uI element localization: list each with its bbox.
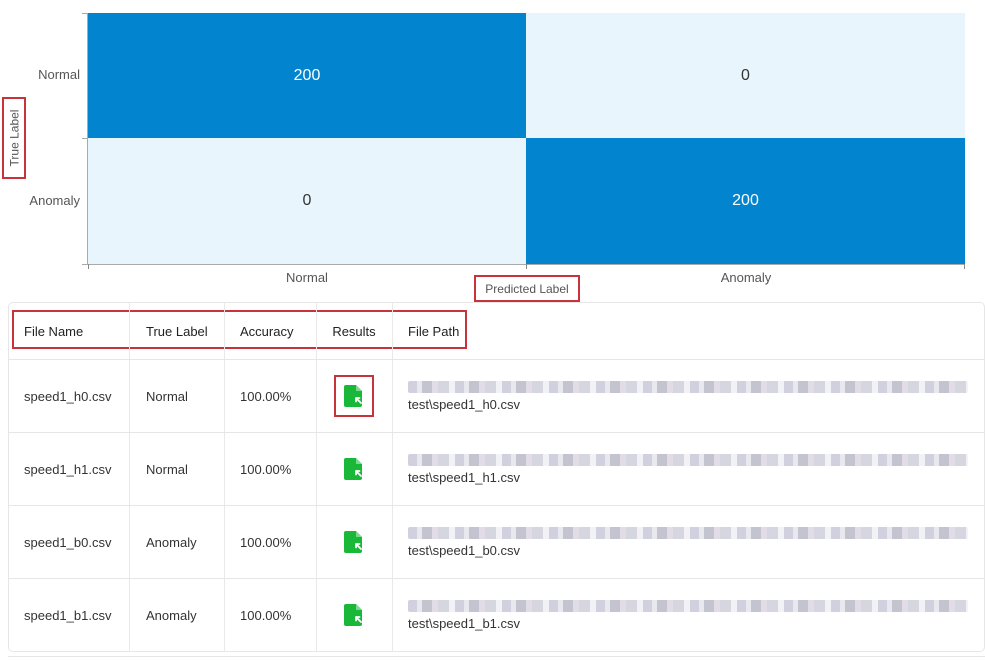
redacted-path-segment: [408, 526, 968, 539]
column-header-file-name: File Name: [24, 323, 84, 339]
column-header-accuracy: Accuracy: [240, 323, 294, 339]
y-tick-mark: [82, 138, 88, 139]
open-results-button[interactable]: [334, 375, 374, 417]
file-path-text: test\speed1_h0.csv: [408, 396, 521, 412]
true-label-cell: Normal: [146, 461, 188, 477]
y-tick-label-normal: Normal: [38, 67, 80, 82]
x-tick-mark: [964, 264, 965, 269]
file-name-cell: speed1_h0.csv: [24, 388, 112, 404]
file-path-cell: test\speed1_b0.csv: [392, 506, 984, 578]
redacted-path-segment: [408, 599, 968, 612]
column-header-file-path: File Path: [408, 323, 460, 339]
column-header-true-label: True Label: [146, 323, 208, 339]
x-axis-title-highlight: Predicted Label: [474, 275, 580, 302]
confusion-matrix: 200 0 0 200 Normal Anomaly Normal Anomal…: [0, 0, 985, 302]
file-path-cell: test\speed1_h0.csv: [392, 360, 984, 432]
file-path-cell: test\speed1_b1.csv: [392, 579, 984, 651]
results-table: File Name True Label Accuracy Results Fi…: [8, 302, 985, 652]
matrix-cell-anomaly-normal: 0: [88, 138, 526, 264]
cell-value: 0: [302, 192, 312, 209]
y-tick-label-anomaly: Anomaly: [29, 193, 80, 208]
results-cell: [316, 506, 392, 578]
x-tick-label-anomaly: Anomaly: [720, 270, 772, 285]
open-results-button[interactable]: [334, 521, 374, 563]
results-cell: [316, 579, 392, 651]
accuracy-cell: 100.00%: [240, 461, 292, 477]
matrix-cell-normal-normal: 200: [88, 13, 526, 138]
file-export-icon: [344, 531, 362, 553]
matrix-cell-normal-anomaly: 0: [526, 13, 965, 138]
true-label-cell: Anomaly: [146, 534, 197, 550]
x-tick-mark: [88, 264, 89, 269]
file-export-icon: [344, 604, 362, 626]
y-axis-line: [87, 13, 88, 265]
file-path-text: test\speed1_h1.csv: [408, 469, 521, 485]
y-axis-title: True Label: [7, 109, 21, 167]
accuracy-cell: 100.00%: [240, 534, 292, 550]
cell-value: 200: [293, 66, 321, 84]
file-export-icon: [344, 458, 362, 480]
cell-value: 200: [732, 192, 759, 209]
table-row: speed1_h0.csv Normal 100.00% test\speed1…: [9, 360, 984, 432]
redacted-path-segment: [408, 380, 968, 393]
accuracy-cell: 100.00%: [240, 607, 292, 623]
x-tick-label-normal: Normal: [286, 270, 328, 285]
redacted-path-segment: [408, 453, 968, 466]
table-row: speed1_b1.csv Anomaly 100.00% test\speed…: [9, 579, 984, 651]
table-bottom-rule: [8, 656, 985, 657]
x-tick-mark: [526, 264, 527, 269]
column-header-results: Results: [332, 323, 376, 339]
true-label-cell: Normal: [146, 388, 188, 404]
true-label-cell: Anomaly: [146, 607, 197, 623]
file-export-icon: [344, 385, 362, 407]
open-results-button[interactable]: [334, 594, 374, 636]
open-results-button[interactable]: [334, 448, 374, 490]
x-axis-title: Predicted Label: [485, 281, 569, 296]
accuracy-cell: 100.00%: [240, 388, 292, 404]
results-cell: [316, 433, 392, 505]
results-cell: [316, 360, 392, 432]
file-path-text: test\speed1_b1.csv: [408, 615, 521, 631]
table-row: speed1_b0.csv Anomaly 100.00% test\speed…: [9, 506, 984, 578]
file-name-cell: speed1_h1.csv: [24, 461, 112, 477]
y-axis-title-highlight: True Label: [2, 97, 26, 179]
matrix-cell-anomaly-anomaly: 200: [526, 138, 965, 264]
file-path-text: test\speed1_b0.csv: [408, 542, 521, 558]
file-name-cell: speed1_b0.csv: [24, 534, 112, 550]
table-row: speed1_h1.csv Normal 100.00% test\speed1…: [9, 433, 984, 505]
file-name-cell: speed1_b1.csv: [24, 607, 112, 623]
y-tick-mark: [82, 13, 88, 14]
cell-value: 0: [741, 66, 750, 84]
file-path-cell: test\speed1_h1.csv: [392, 433, 984, 505]
